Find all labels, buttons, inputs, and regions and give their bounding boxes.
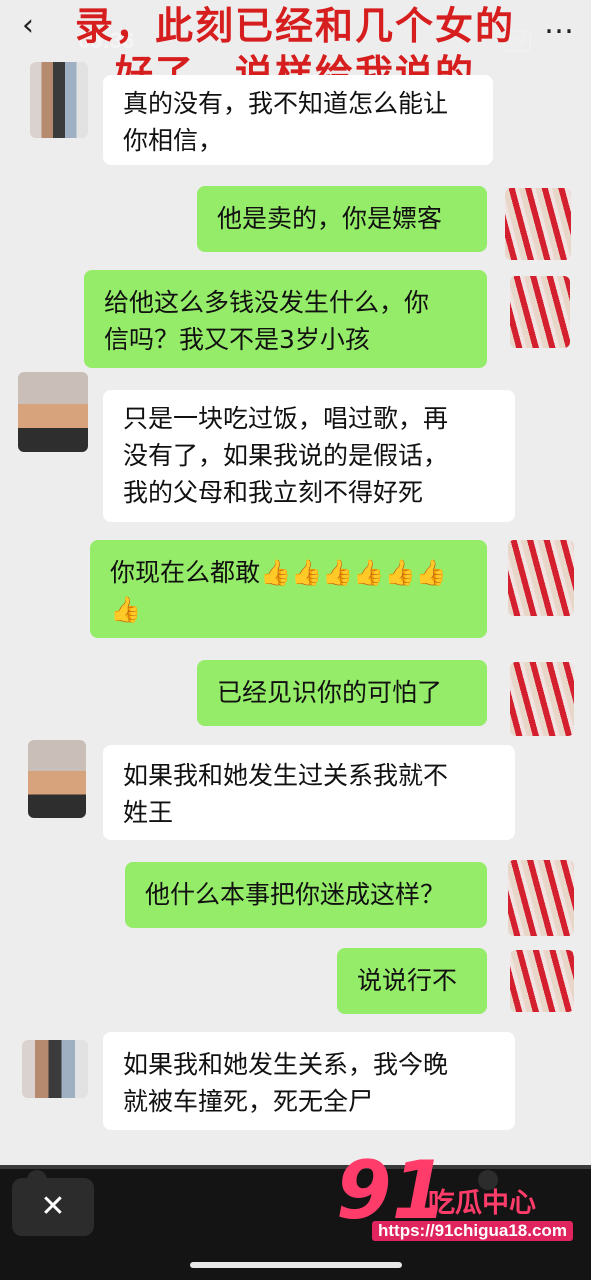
message-line: 你现在么都敢👍👍👍👍👍👍 <box>110 558 447 587</box>
message-bubble[interactable]: 只是一块吃过饭，唱过歌，再 没有了，如果我说的是假话， 我的父母和我立刻不得好死 <box>103 390 515 522</box>
message-line: 只是一块吃过饭，唱过歌，再 <box>123 404 449 433</box>
message-line: 姓王 <box>123 798 174 827</box>
watermark-url: https://91chigua18.com <box>372 1221 573 1241</box>
message-bubble[interactable]: 说说行不 <box>337 948 487 1014</box>
contact-avatar[interactable] <box>22 1040 88 1098</box>
self-avatar[interactable] <box>510 662 574 736</box>
self-avatar[interactable] <box>510 950 574 1012</box>
message-line: 说说行不 <box>357 966 458 995</box>
self-avatar[interactable] <box>510 276 570 348</box>
self-avatar[interactable] <box>505 188 571 260</box>
message-bubble[interactable]: 他是卖的，你是嫖客 <box>197 186 487 252</box>
watermark-logo: 91 吃瓜中心 https://91chigua18.com <box>336 1149 576 1255</box>
home-indicator[interactable] <box>190 1262 402 1268</box>
message-line: 如果我和她发生关系，我今晚 <box>123 1050 449 1079</box>
contact-avatar[interactable] <box>28 740 86 818</box>
message-line: 信吗？我又不是3岁小孩 <box>104 325 370 354</box>
back-button[interactable]: ‹ <box>22 8 34 43</box>
message-line: 我的父母和我立刻不得好死 <box>123 478 424 507</box>
message-line: 他什么本事把你迷成这样？ <box>145 880 446 909</box>
message-line: 如果我和她发生过关系我就不 <box>123 761 449 790</box>
message-line: 就被车撞死，死无全尸 <box>123 1087 374 1116</box>
message-bubble[interactable]: 给他这么多钱没发生什么，你 信吗？我又不是3岁小孩 <box>84 270 487 368</box>
message-bubble[interactable]: 你现在么都敢👍👍👍👍👍👍 👍 <box>90 540 487 638</box>
message-line: 真的没有，我不知道怎么能让 <box>123 89 449 118</box>
message-line: 没有了，如果我说的是假话， <box>123 441 449 470</box>
message-line: 他是卖的，你是嫖客 <box>217 204 443 233</box>
contact-avatar[interactable] <box>30 62 88 138</box>
watermark-name: 吃瓜中心 <box>428 1188 536 1219</box>
self-avatar[interactable] <box>508 860 574 936</box>
message-bubble[interactable]: 真的没有，我不知道怎么能让 你相信， <box>103 75 493 165</box>
message-line: 你相信， <box>123 126 224 155</box>
message-line: 已经见识你的可怕了 <box>217 678 443 707</box>
message-line: 👍 <box>110 595 142 624</box>
self-avatar[interactable] <box>508 540 574 616</box>
message-bubble[interactable]: 如果我和她发生过关系我就不 姓王 <box>103 745 515 840</box>
message-bubble[interactable]: 已经见识你的可怕了 <box>197 660 487 726</box>
close-button[interactable]: ✕ <box>12 1178 94 1236</box>
message-bubble[interactable]: 如果我和她发生关系，我今晚 就被车撞死，死无全尸 <box>103 1032 515 1130</box>
message-line: 给他这么多钱没发生什么，你 <box>104 288 430 317</box>
overlay-caption-line-1: 录，此刻已经和几个女的 <box>74 4 515 48</box>
contact-avatar[interactable] <box>18 372 88 452</box>
message-bubble[interactable]: 他什么本事把你迷成这样？ <box>125 862 487 928</box>
more-options-button[interactable]: … <box>544 6 575 41</box>
